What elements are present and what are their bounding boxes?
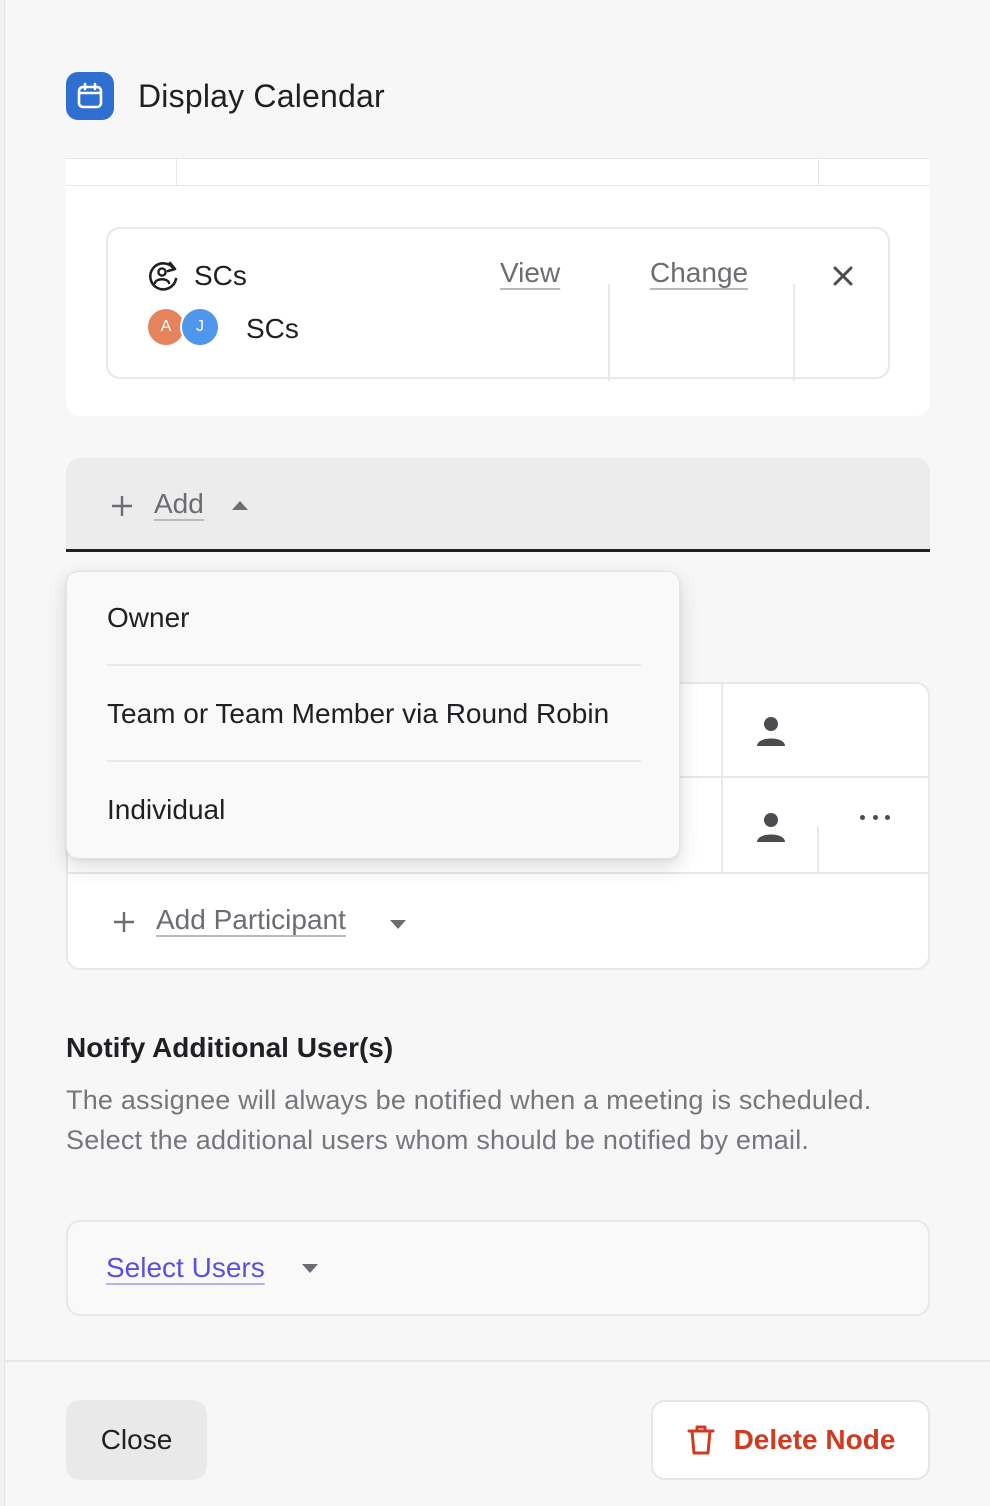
person-icon [757,717,785,746]
round-robin-user-icon [146,259,180,293]
assignment-title: SCs [194,260,247,291]
panel-left-edge [0,0,5,1506]
delete-node-button[interactable]: Delete Node [651,1400,930,1480]
avatar-group: A J [146,307,226,347]
column-divider [608,284,610,381]
page-title: Display Calendar [138,77,385,114]
table-strip [66,159,930,186]
assignment-item: SCs A J SCs View Change [106,227,890,381]
menu-separator [107,664,641,666]
trash-icon [687,1425,715,1455]
select-users-label: Select Users [106,1252,265,1283]
calendar-icon [66,72,114,120]
change-link[interactable]: Change [650,257,748,289]
row-divider [68,872,928,874]
column-divider [721,684,723,872]
assignment-card: SCs A J SCs View Change [66,158,930,416]
add-label: Add [154,488,204,519]
remove-assignment-button[interactable] [828,261,858,291]
menu-item-round-robin[interactable]: Team or Team Member via Round Robin [107,698,641,730]
menu-item-owner[interactable]: Owner [107,602,641,634]
strip-divider [818,159,819,186]
chevron-down-icon [390,920,406,929]
view-link[interactable]: View [500,257,560,289]
menu-item-individual[interactable]: Individual [107,794,641,826]
delete-node-label: Delete Node [733,1424,896,1455]
select-users-dropdown[interactable]: Select Users [66,1220,930,1316]
close-button[interactable]: Close [66,1400,207,1480]
add-participant-button[interactable]: Add Participant [156,904,346,936]
caret-up-icon [232,501,248,510]
add-menu: Owner Team or Team Member via Round Robi… [66,571,680,859]
more-options-icon[interactable] [860,812,890,822]
column-divider [817,826,819,872]
chevron-down-icon [302,1264,318,1273]
column-divider [793,284,795,381]
menu-separator [107,760,641,762]
notify-description: The assignee will always be notified whe… [66,1085,872,1155]
avatar: J [180,307,220,347]
close-icon [833,266,853,286]
footer-divider [5,1360,990,1362]
plus-icon [112,496,132,516]
notify-heading: Notify Additional User(s) [66,1032,394,1063]
strip-divider [176,159,177,186]
assignment-subtitle: SCs [246,313,299,344]
add-dropdown-button[interactable]: Add [66,458,930,552]
panel-header: Display Calendar [66,72,385,120]
plus-icon [114,912,134,932]
person-icon [757,813,785,842]
